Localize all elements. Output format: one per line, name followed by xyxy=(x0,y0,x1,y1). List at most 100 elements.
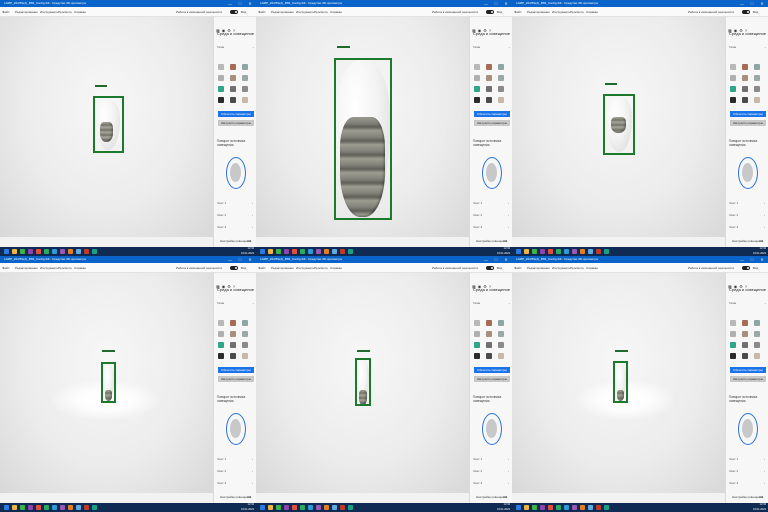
environment-swatch[interactable] xyxy=(486,320,492,326)
menu-item[interactable]: Редактирование xyxy=(15,263,38,273)
taskbar-app-icon[interactable] xyxy=(516,249,521,254)
taskbar-app-icon[interactable] xyxy=(340,249,345,254)
dark-mode-toggle[interactable] xyxy=(230,10,238,14)
environment-swatch[interactable] xyxy=(742,342,748,348)
taskbar-app-icon[interactable] xyxy=(348,505,353,510)
light-item[interactable]: Свет 1 › xyxy=(473,457,509,461)
taskbar-app-icon[interactable] xyxy=(12,249,17,254)
environment-swatch[interactable] xyxy=(730,331,736,337)
dark-mode-toggle[interactable] xyxy=(486,10,494,14)
menu-item[interactable]: Инструменты xyxy=(40,7,59,17)
environment-swatch[interactable] xyxy=(498,342,504,348)
taskbar-app-icon[interactable] xyxy=(92,249,97,254)
maximize-button[interactable]: □ xyxy=(236,256,244,263)
light-item[interactable]: Свет 2 › xyxy=(473,213,509,217)
environment-swatch[interactable] xyxy=(730,353,736,359)
gizmo-handle[interactable] xyxy=(337,46,350,48)
light-rotation-dial[interactable] xyxy=(482,157,502,189)
close-button[interactable]: ✕ xyxy=(502,256,510,263)
taskbar-app-icon[interactable] xyxy=(332,505,337,510)
environment-swatch[interactable] xyxy=(498,64,504,70)
environment-swatch[interactable] xyxy=(474,342,480,348)
environment-swatch[interactable] xyxy=(498,353,504,359)
taskbar-app-icon[interactable] xyxy=(28,505,33,510)
light-item[interactable]: Свет 1 › xyxy=(729,201,765,205)
menu-item[interactable]: Просмотр xyxy=(58,263,72,273)
environment-swatch[interactable] xyxy=(218,64,224,70)
light-item[interactable]: Свет 2 › xyxy=(729,213,765,217)
environment-swatch[interactable] xyxy=(218,353,224,359)
environment-swatch[interactable] xyxy=(242,353,248,359)
menu-item[interactable]: Справка xyxy=(74,263,86,273)
theme-dropdown[interactable]: Тема ⌄ xyxy=(729,45,767,49)
environment-swatch[interactable] xyxy=(486,86,492,92)
taskbar-app-icon[interactable] xyxy=(300,249,305,254)
environment-swatch[interactable] xyxy=(218,97,224,103)
taskbar-app-icon[interactable] xyxy=(340,505,345,510)
reset-settings-button[interactable]: Сбросить параметры xyxy=(218,111,254,117)
minimize-button[interactable]: — xyxy=(738,0,746,7)
close-button[interactable]: ✕ xyxy=(246,0,254,7)
taskbar-app-icon[interactable] xyxy=(556,249,561,254)
taskbar-app-icon[interactable] xyxy=(580,249,585,254)
taskbar-app-icon[interactable] xyxy=(524,249,529,254)
taskbar-app-icon[interactable] xyxy=(332,249,337,254)
environment-swatch[interactable] xyxy=(730,86,736,92)
taskbar-app-icon[interactable] xyxy=(300,505,305,510)
light-item[interactable]: Свет 2 › xyxy=(729,469,765,473)
taskbar-app-icon[interactable] xyxy=(540,249,545,254)
environment-swatch[interactable] xyxy=(230,75,236,81)
close-button[interactable]: ✕ xyxy=(246,256,254,263)
environment-swatch[interactable] xyxy=(230,342,236,348)
menu-item[interactable]: Файл xyxy=(258,7,265,17)
environment-swatch[interactable] xyxy=(242,64,248,70)
environment-swatch[interactable] xyxy=(230,353,236,359)
environment-swatch[interactable] xyxy=(230,64,236,70)
menu-item[interactable]: Файл xyxy=(514,7,521,17)
reset-settings-button[interactable]: Сбросить параметры xyxy=(730,111,766,117)
environment-swatch[interactable] xyxy=(474,64,480,70)
menu-item[interactable]: Просмотр xyxy=(58,7,72,17)
taskbar-app-icon[interactable] xyxy=(532,505,537,510)
minimize-button[interactable]: — xyxy=(226,0,234,7)
environment-swatch[interactable] xyxy=(742,64,748,70)
taskbar-app-icon[interactable] xyxy=(564,249,569,254)
environment-swatch[interactable] xyxy=(742,320,748,326)
taskbar-app-icon[interactable] xyxy=(572,249,577,254)
environment-swatch[interactable] xyxy=(242,331,248,337)
mixed-reality-button[interactable]: Работа в смешанной реальности xyxy=(176,263,222,273)
taskbar-app-icon[interactable] xyxy=(4,249,9,254)
light-item[interactable]: Свет 2 › xyxy=(217,213,253,217)
environment-swatch[interactable] xyxy=(754,353,760,359)
taskbar-app-icon[interactable] xyxy=(268,505,273,510)
environment-swatch[interactable] xyxy=(742,75,748,81)
taskbar-app-icon[interactable] xyxy=(548,505,553,510)
minimize-button[interactable]: — xyxy=(482,0,490,7)
environment-swatch[interactable] xyxy=(218,342,224,348)
taskbar-app-icon[interactable] xyxy=(36,505,41,510)
environment-swatch[interactable] xyxy=(486,342,492,348)
environment-swatch[interactable] xyxy=(230,331,236,337)
taskbar-app-icon[interactable] xyxy=(4,505,9,510)
environment-swatch[interactable] xyxy=(242,75,248,81)
taskbar-app-icon[interactable] xyxy=(516,505,521,510)
gizmo-handle[interactable] xyxy=(605,83,617,85)
light-item[interactable]: Свет 3 › xyxy=(217,225,253,229)
light-item[interactable]: Свет 1 › xyxy=(473,201,509,205)
environment-swatch[interactable] xyxy=(754,97,760,103)
reset-settings-button[interactable]: Сбросить параметры xyxy=(474,367,510,373)
maximize-button[interactable]: □ xyxy=(748,256,756,263)
maximize-button[interactable]: □ xyxy=(748,0,756,7)
menu-item[interactable]: Редактирование xyxy=(527,7,550,17)
menu-item[interactable]: Просмотр xyxy=(570,7,584,17)
load-settings-button[interactable]: Загрузить параметры xyxy=(730,376,766,382)
taskbar-app-icon[interactable] xyxy=(540,505,545,510)
dark-mode-toggle[interactable] xyxy=(230,266,238,270)
taskbar-app-icon[interactable] xyxy=(84,505,89,510)
minimize-button[interactable]: — xyxy=(738,256,746,263)
light-item[interactable]: Свет 3 › xyxy=(217,481,253,485)
menu-item[interactable]: Просмотр xyxy=(314,263,328,273)
close-button[interactable]: ✕ xyxy=(502,0,510,7)
taskbar-app-icon[interactable] xyxy=(596,249,601,254)
environment-swatch[interactable] xyxy=(486,75,492,81)
